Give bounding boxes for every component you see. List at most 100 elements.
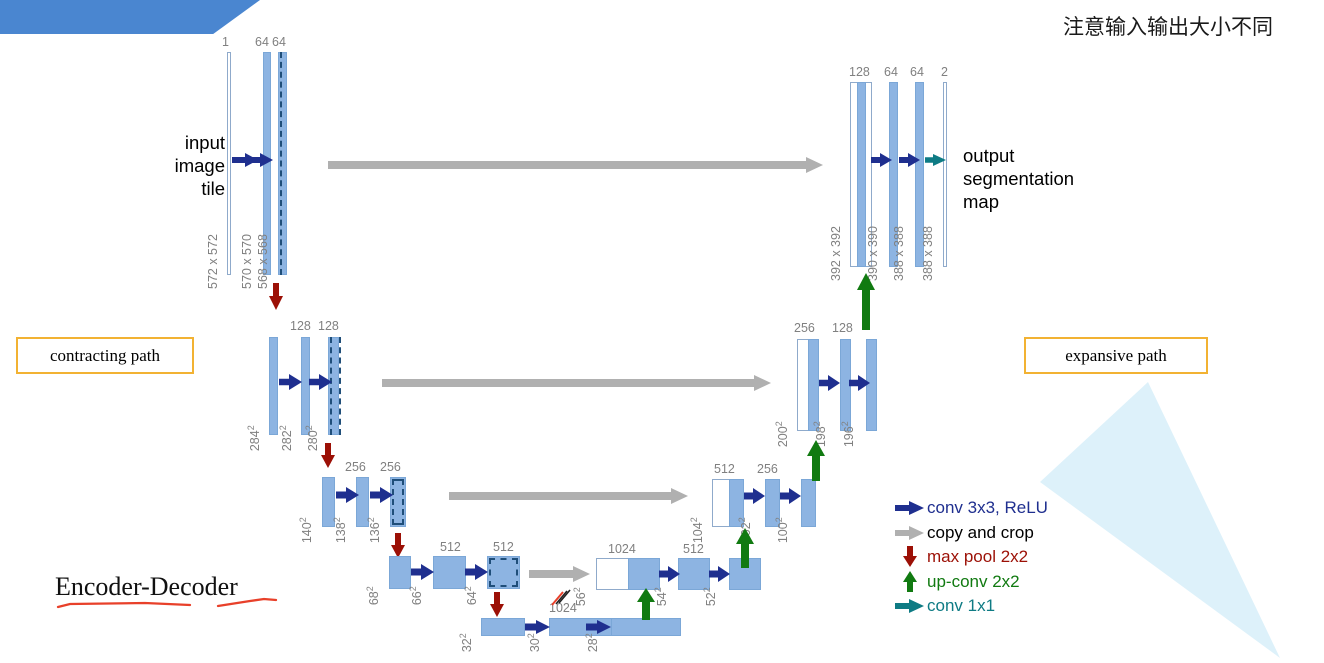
- conv-arrow-l3c-a: [336, 487, 360, 503]
- red-underline-annotation: [50, 594, 280, 617]
- block-l5-2-size: 302: [525, 633, 542, 653]
- conv-arrow-l4e-b: [709, 566, 731, 582]
- up-arrow-icon: [893, 570, 927, 593]
- block-l4c-1-size: 682: [364, 586, 381, 606]
- block-l3e-1-channels: 512: [714, 462, 735, 476]
- legend-label-conv-3x3-relu: conv 3x3, ReLU: [927, 498, 1048, 518]
- legend-item-conv-1x1: conv 1x1: [893, 594, 1103, 619]
- block-l5-1: [481, 618, 525, 636]
- contracting-path-label: contracting path: [16, 337, 194, 374]
- upconv-arrow-l3: [807, 439, 825, 481]
- block-l4c-2-size: 662: [407, 586, 424, 606]
- maxpool-arrow-l2: [320, 443, 336, 469]
- block-l4c-3-channels: 512: [493, 540, 514, 554]
- conv-arrow-l3c-b: [370, 487, 394, 503]
- conv-arrow-l2e-b: [849, 375, 871, 391]
- copy-crop-arrow-l2: [382, 375, 772, 391]
- block-l1e-1: [857, 82, 866, 267]
- block-l2c-2-channels: 128: [290, 319, 311, 333]
- block-l3c-3-channels: 256: [380, 460, 401, 474]
- block-l4e-3-size: 522: [701, 587, 718, 607]
- upconv-arrow-l2: [857, 272, 875, 330]
- block-l4c-3-crop-dash: [489, 558, 518, 587]
- maxpool-arrow-l4: [489, 592, 505, 618]
- input-image-tile-label: input image tile: [174, 132, 225, 199]
- legend-label-conv-1x1: conv 1x1: [927, 596, 996, 616]
- block-l4e-1: [628, 558, 660, 590]
- block-l3e-1-size: 1042: [688, 517, 705, 544]
- conv-arrow-l2e-a: [819, 375, 841, 391]
- conv-arrow-l4c-b: [465, 564, 489, 580]
- block-l3c-2-size: 1382: [331, 517, 348, 544]
- block-l1e-3-size: 388 x 388: [892, 226, 906, 281]
- maxpool-arrow-l1: [268, 283, 284, 311]
- conv-arrow-l1e-a: [871, 152, 893, 168]
- block-l3e-3-size: 1002: [773, 517, 790, 544]
- right-arrow-icon: [893, 525, 927, 540]
- block-l4c-1: [389, 556, 411, 589]
- block-l3c-3-size: 1362: [365, 517, 382, 544]
- block-l2e-3-size: 1962: [839, 421, 856, 448]
- block-l1c-3-crop-dash: [280, 52, 287, 275]
- legend-item-max-pool-2x2: max pool 2x2: [893, 545, 1103, 570]
- block-l3e-3: [801, 479, 816, 527]
- block-l2c-1: [269, 337, 278, 435]
- block-l4e-2-channels: 512: [683, 542, 704, 556]
- conv-arrow-l1c-b: [247, 152, 275, 168]
- block-l1c-1-channels: 1: [222, 35, 229, 49]
- block-l1e-1-size: 392 x 392: [829, 226, 843, 281]
- conv-arrow-l4e-a: [659, 566, 681, 582]
- legend-label-copy-and-crop: copy and crop: [927, 522, 1034, 542]
- block-l2e-1: [808, 339, 819, 431]
- right-arrow-icon: [893, 501, 927, 516]
- block-l1e-1-channels: 128: [849, 65, 870, 79]
- conv-arrow-l5-b: [586, 620, 612, 634]
- block-l2e-1-size: 2002: [773, 421, 790, 448]
- block-l4c-2: [433, 556, 466, 589]
- block-l1c-2-channels: 64: [255, 35, 269, 49]
- conv-arrow-l5-a: [525, 620, 551, 634]
- legend-item-up-conv-2x2: up-conv 2x2: [893, 570, 1103, 595]
- block-l3c-1-size: 1402: [297, 517, 314, 544]
- block-l2c-3-channels: 128: [318, 319, 339, 333]
- block-l4e-2-size: 542: [652, 587, 669, 607]
- block-l1c-1-size: 572 x 572: [206, 234, 220, 289]
- block-l2c-1-size: 2842: [245, 425, 262, 452]
- block-l1c-1: [227, 52, 231, 275]
- copy-crop-arrow-l4: [529, 566, 591, 582]
- conv1x1-arrow-output: [925, 153, 947, 167]
- legend-label-max-pool-2x2: max pool 2x2: [927, 547, 1029, 567]
- block-l2e-1-channels: 256: [794, 321, 815, 335]
- legend-label-up-conv-2x2: up-conv 2x2: [927, 571, 1020, 591]
- block-l1e-3-channels: 64: [910, 65, 924, 79]
- block-l5-3: [611, 618, 681, 636]
- block-l4c-3-size: 642: [462, 586, 479, 606]
- down-arrow-icon: [893, 546, 927, 568]
- expansive-path-label: expansive path: [1024, 337, 1208, 374]
- block-l2c-2-size: 2822: [277, 425, 294, 452]
- block-l2e-2-channels: 128: [832, 321, 853, 335]
- upconv-arrow-l5: [637, 588, 655, 620]
- block-l5-3-size: 282: [583, 633, 600, 653]
- conv-arrow-l2c-b: [309, 374, 333, 390]
- legend: conv 3x3, ReLU copy and crop max pool 2x…: [893, 496, 1103, 619]
- block-l1e-4-channels: 2: [941, 65, 948, 79]
- block-l1c-3-channels: 64: [272, 35, 286, 49]
- block-l1e-4: [943, 82, 947, 267]
- copy-crop-arrow-l3: [449, 488, 689, 504]
- top-note-text: 注意输入输出大小不同: [1063, 16, 1273, 39]
- block-l3e-2-channels: 256: [757, 462, 778, 476]
- block-l2c-3-size: 2802: [303, 425, 320, 452]
- conv-arrow-l2c-a: [279, 374, 303, 390]
- conv-arrow-l3e-b: [780, 488, 802, 504]
- block-l1c-3-size: 568 x 568: [256, 234, 270, 289]
- legend-item-conv-3x3-relu: conv 3x3, ReLU: [893, 496, 1103, 521]
- block-l1c-2-size: 570 x 570: [240, 234, 254, 289]
- conv-arrow-l4c-a: [411, 564, 435, 580]
- block-l1e-2-channels: 64: [884, 65, 898, 79]
- copy-crop-arrow-l1: [328, 157, 824, 173]
- block-l4e-1-channels: 1024: [608, 542, 636, 556]
- legend-item-copy-and-crop: copy and crop: [893, 521, 1103, 546]
- block-l5-1-size: 322: [457, 633, 474, 653]
- right-arrow-icon: [893, 599, 927, 614]
